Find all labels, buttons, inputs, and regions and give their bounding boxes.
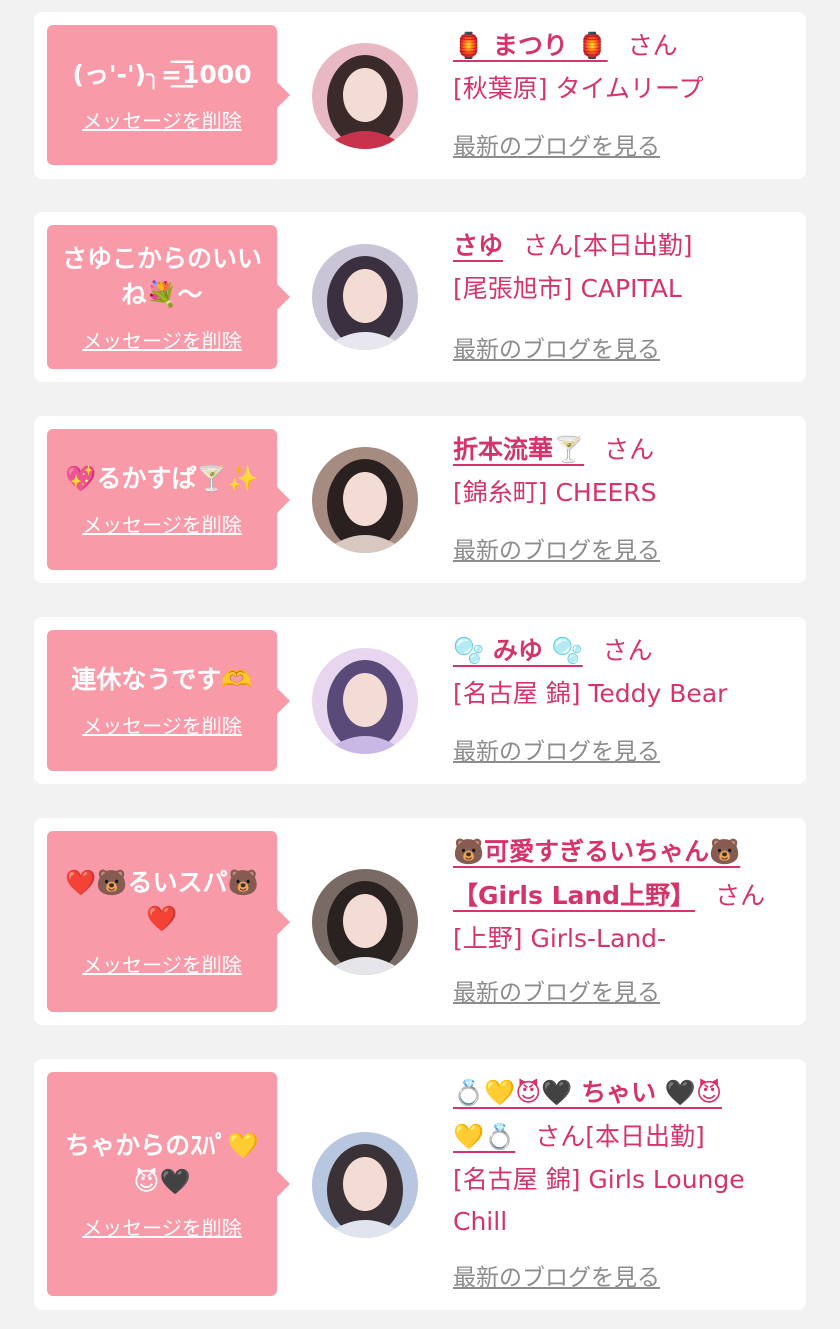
shop-name: [尾張旭市] CAPITAL xyxy=(453,274,682,303)
message-text: 💖るかすぱ🍸✨ xyxy=(65,464,259,493)
cast-name-link[interactable]: 💍💛😈🖤 ちゃい 🖤😈 xyxy=(453,1078,722,1107)
cast-name-link[interactable]: 🫧 みゆ 🫧 xyxy=(453,636,583,665)
shop-name: [上野] Girls-Land- xyxy=(453,924,667,953)
avatar[interactable] xyxy=(312,1132,418,1238)
message-bubble: さゆこからのいいね💐〜メッセージを削除 xyxy=(47,225,290,369)
cast-info: 折本流華🍸 さん [錦糸町] CHEERS xyxy=(453,428,793,514)
message-list: (っ'-')╮=͟͟͞͞1000 メッセージを削除 🏮 まつり 🏮 さん [秋葉原] タ… xyxy=(0,0,840,1329)
cast-info: 💍💛😈🖤 ちゃい 🖤😈 💛💍 さん[本日出勤] [名古屋 錦] Girls Loung… xyxy=(453,1071,793,1243)
message-card: ❤️🐻るいスパ🐻❤️ メッセージを削除 🐻可愛すぎるいちゃん🐻 【Girls Land… xyxy=(34,818,806,1025)
message-bubble: (っ'-')╮=͟͟͞͞1000 メッセージを削除 xyxy=(47,25,290,165)
honorific: さん xyxy=(602,636,653,665)
message-card: 連休なうです🫶 メッセージを削除 🫧 みゆ 🫧 さん [名古屋 錦] Teddy Bea… xyxy=(34,617,806,784)
message-card: 💖るかすぱ🍸✨ メッセージを削除 折本流華🍸 さん [錦糸町] CHEERS 最新のブログ… xyxy=(34,416,806,583)
shop-name: [秋葉原] タイムリープ xyxy=(453,74,704,103)
name-line: 【Girls Land上野】 さん xyxy=(453,874,793,918)
honorific: さん xyxy=(523,231,574,260)
message-bubble: 💖るかすぱ🍸✨ メッセージを削除 xyxy=(47,429,290,570)
name-line: 🐻可愛すぎるいちゃん🐻 xyxy=(453,830,793,874)
name-line: 🏮 まつり 🏮 さん xyxy=(453,24,793,68)
message-text: さゆこからのいいね💐〜 xyxy=(61,243,262,309)
latest-blog-link[interactable]: 最新のブログを見る xyxy=(453,1258,660,1292)
avatar[interactable] xyxy=(312,244,418,350)
name-line: さゆ さん[本日出勤] xyxy=(453,224,793,268)
shop-name: [錦糸町] CHEERS xyxy=(453,478,657,507)
message-text: ちゃからのｽﾊﾟ💛😈🖤 xyxy=(65,1130,259,1196)
message-card: (っ'-')╮=͟͟͞͞1000 メッセージを削除 🏮 まつり 🏮 さん [秋葉原] タ… xyxy=(34,12,806,179)
delete-message-link[interactable]: メッセージを削除 xyxy=(82,105,242,134)
avatar[interactable] xyxy=(312,447,418,553)
honorific: さん xyxy=(627,31,678,60)
latest-blog-link[interactable]: 最新のブログを見る xyxy=(453,531,660,565)
avatar[interactable] xyxy=(312,648,418,754)
delete-message-link[interactable]: メッセージを削除 xyxy=(82,325,242,354)
message-text: 連休なうです🫶 xyxy=(71,665,253,694)
name-line: 🫧 みゆ 🫧 さん xyxy=(453,629,793,673)
cast-info: 🏮 まつり 🏮 さん [秋葉原] タイムリープ xyxy=(453,24,793,110)
cast-name-link[interactable]: さゆ xyxy=(453,231,503,260)
message-card: さゆこからのいいね💐〜メッセージを削除 さゆ さん[本日出勤] [尾張旭市] CAPI… xyxy=(34,212,806,382)
name-line: 💍💛😈🖤 ちゃい 🖤😈 xyxy=(453,1071,793,1115)
cast-name-link[interactable]: 💛💍 xyxy=(453,1122,515,1151)
honorific: さん xyxy=(604,435,655,464)
message-bubble: ❤️🐻るいスパ🐻❤️ メッセージを削除 xyxy=(47,831,290,1012)
latest-blog-link[interactable]: 最新のブログを見る xyxy=(453,732,660,766)
message-text: ❤️🐻るいスパ🐻❤️ xyxy=(65,868,259,933)
cast-info: さゆ さん[本日出勤] [尾張旭市] CAPITAL xyxy=(453,224,793,310)
delete-message-link[interactable]: メッセージを削除 xyxy=(82,509,242,538)
message-text: (っ'-')╮=͟͟͞͞1000 xyxy=(72,59,252,89)
latest-blog-link[interactable]: 最新のブログを見る xyxy=(453,973,660,1007)
cast-name-link[interactable]: 【Girls Land上野】 xyxy=(453,881,695,910)
status-badge: [本日出勤] xyxy=(585,1122,705,1151)
shop-name: [名古屋 錦] Teddy Bear xyxy=(453,679,728,708)
cast-info: 🐻可愛すぎるいちゃん🐻 【Girls Land上野】 さん [上野] Girls-La… xyxy=(453,830,793,960)
name-line: 💛💍 さん[本日出勤] xyxy=(453,1115,793,1159)
avatar[interactable] xyxy=(312,869,418,975)
name-line: 折本流華🍸 さん xyxy=(453,428,793,472)
delete-message-link[interactable]: メッセージを削除 xyxy=(82,710,242,739)
status-badge: [本日出勤] xyxy=(573,231,693,260)
message-bubble: ちゃからのｽﾊﾟ💛😈🖤 メッセージを削除 xyxy=(47,1072,290,1296)
avatar[interactable] xyxy=(312,43,418,149)
cast-name-link[interactable]: 🏮 まつり 🏮 xyxy=(453,31,608,60)
latest-blog-link[interactable]: 最新のブログを見る xyxy=(453,127,660,161)
shop-name: [名古屋 錦] Girls Lounge Chill xyxy=(453,1165,745,1236)
honorific: さん xyxy=(715,881,766,910)
cast-info: 🫧 みゆ 🫧 さん [名古屋 錦] Teddy Bear xyxy=(453,629,793,715)
message-bubble: 連休なうです🫶 メッセージを削除 xyxy=(47,630,290,771)
delete-message-link[interactable]: メッセージを削除 xyxy=(82,1212,242,1241)
honorific: さん xyxy=(535,1122,586,1151)
latest-blog-link[interactable]: 最新のブログを見る xyxy=(453,330,660,364)
delete-message-link[interactable]: メッセージを削除 xyxy=(82,949,242,978)
cast-name-link[interactable]: 折本流華🍸 xyxy=(453,435,584,464)
message-card: ちゃからのｽﾊﾟ💛😈🖤 メッセージを削除 💍💛😈🖤 ちゃい 🖤😈 💛💍 さん[本日出勤]… xyxy=(34,1059,806,1310)
cast-name-link[interactable]: 🐻可愛すぎるいちゃん🐻 xyxy=(453,837,740,866)
